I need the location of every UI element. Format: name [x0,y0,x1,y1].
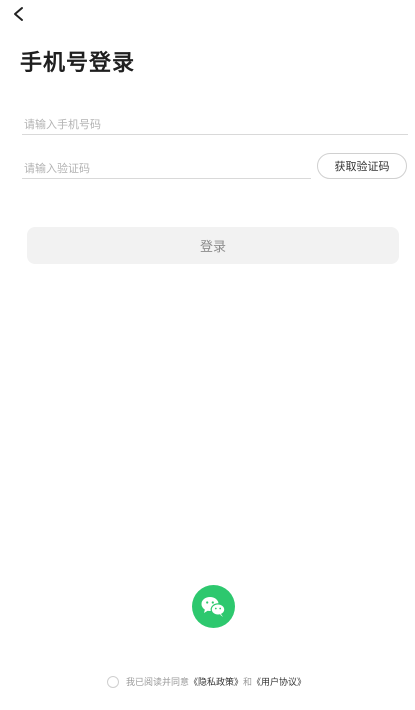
login-button[interactable]: 登录 [27,227,399,264]
agreement-checkbox[interactable] [107,675,119,688]
wechat-login-button[interactable] [192,585,235,632]
agreement-row: 我已阅读并同意 《隐私政策》 和 《用户协议》 [107,675,306,688]
get-code-button[interactable]: 获取验证码 [317,153,407,179]
privacy-policy-link[interactable]: 《隐私政策》 [189,675,243,688]
wechat-icon [192,585,235,632]
page-title: 手机号登录 [20,51,136,76]
verification-code-input[interactable] [22,158,311,179]
phone-input[interactable] [22,114,408,135]
back-button[interactable] [8,5,30,27]
user-agreement-link[interactable]: 《用户协议》 [252,675,306,688]
agreement-prefix: 我已阅读并同意 [126,678,190,688]
chevron-left-icon [12,6,26,26]
agreement-conjunction: 和 [243,678,253,688]
